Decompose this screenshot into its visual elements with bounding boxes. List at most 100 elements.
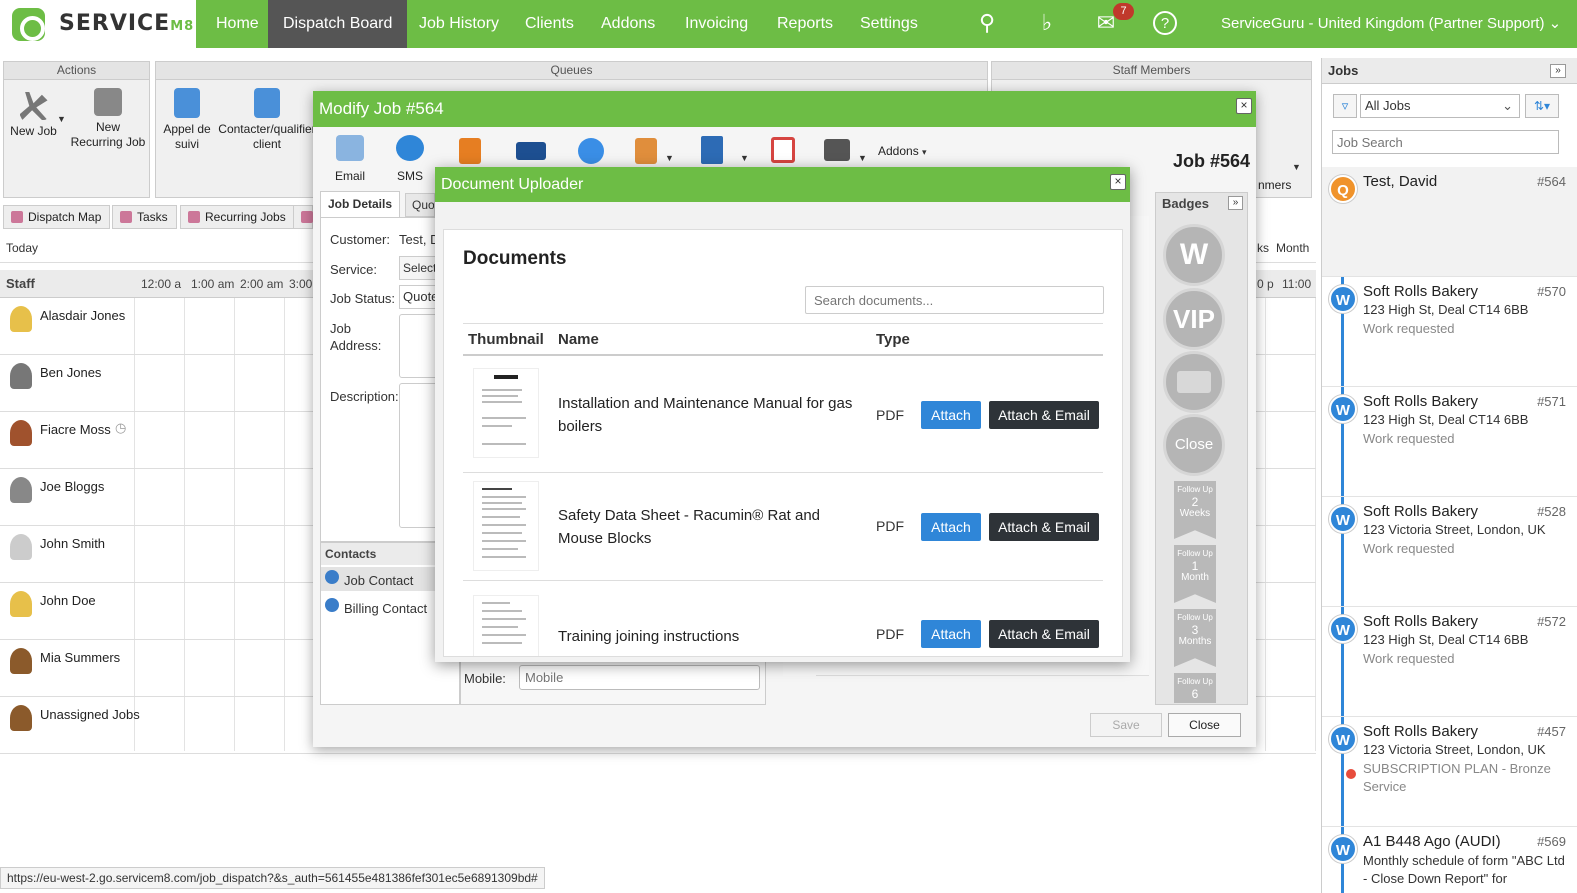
job-search-input[interactable]	[1332, 130, 1559, 154]
tab-recurring-jobs[interactable]: Recurring Jobs	[180, 205, 295, 229]
job-card[interactable]: Q Test, David #564	[1322, 167, 1577, 277]
document-thumbnail[interactable]	[473, 481, 539, 571]
clipboard-icon[interactable]	[459, 138, 481, 164]
email-label: Email	[334, 169, 365, 183]
filter-icon[interactable]: ▿	[1333, 94, 1357, 118]
card-icon[interactable]	[516, 142, 546, 160]
book-icon[interactable]	[701, 136, 723, 164]
job-card[interactable]: W A1 B448 Ago (AUDI) #569 Monthly schedu…	[1322, 827, 1577, 893]
mobile-input[interactable]	[519, 665, 760, 690]
document-thumbnail[interactable]	[473, 595, 539, 656]
customer-value[interactable]: Test, D	[399, 232, 439, 247]
mobile-label: Mobile:	[464, 671, 506, 686]
job-address-input[interactable]	[399, 314, 439, 378]
attach-button[interactable]: Attach	[921, 620, 981, 648]
badge-follow-up-2-weeks[interactable]: Follow Up 2 Weeks	[1174, 481, 1216, 539]
bell-icon[interactable]: ♭	[1034, 10, 1060, 36]
tab-calendar-partial[interactable]	[293, 205, 313, 229]
job-status-icon: W	[1329, 505, 1357, 533]
sms-button[interactable]: SMS	[385, 135, 435, 183]
job-status-select[interactable]: Quote	[399, 285, 439, 309]
forms-dropdown-icon[interactable]: ▼	[665, 153, 674, 163]
job-card[interactable]: W Soft Rolls Bakery #528 123 Victoria St…	[1322, 497, 1577, 607]
close-icon[interactable]: ×	[1110, 174, 1126, 190]
job-number: #564	[1537, 174, 1566, 189]
document-type: PDF	[876, 518, 904, 534]
tab-job-details[interactable]: Job Details	[320, 191, 400, 217]
document-name: Installation and Maintenance Manual for …	[558, 395, 853, 435]
document-thumbnail[interactable]	[473, 368, 539, 458]
tab-tasks[interactable]: Tasks	[112, 205, 177, 229]
staff-name: John Doe	[40, 593, 96, 608]
nav-reports[interactable]: Reports	[762, 0, 848, 48]
badge-w[interactable]: W	[1163, 224, 1225, 286]
forms-icon[interactable]	[635, 138, 657, 164]
contact-billing-label[interactable]: Billing Contact	[344, 601, 427, 616]
email-button[interactable]: Email	[325, 135, 375, 183]
calendar-icon[interactable]	[771, 137, 795, 163]
sort-icon[interactable]: ⇅▾	[1525, 94, 1559, 118]
new-job-button[interactable]: New Job	[6, 92, 61, 139]
job-filter-select[interactable]: All Jobs ⌄	[1360, 94, 1520, 118]
job-card[interactable]: W Soft Rolls Bakery #571 123 High St, De…	[1322, 387, 1577, 497]
staff-name: Alasdair Jones	[40, 308, 126, 323]
collapse-badges-icon[interactable]: »	[1228, 196, 1243, 210]
badge-vip[interactable]: VIP	[1163, 288, 1225, 350]
view-weeks-partial[interactable]: ks	[1257, 241, 1269, 255]
document-name: Safety Data Sheet - Racumin® Rat and Mou…	[558, 507, 821, 547]
search-icon[interactable]: ⚲	[974, 10, 1000, 36]
save-button[interactable]: Save	[1090, 713, 1162, 737]
attach-button[interactable]: Attach	[921, 401, 981, 429]
job-number: #571	[1537, 394, 1566, 409]
service-select[interactable]: Select	[399, 256, 439, 280]
addons-menu[interactable]: Addons ▾	[878, 144, 927, 158]
queue-contacter-client[interactable]: Contacter/qualifier client	[216, 88, 318, 152]
search-documents-input[interactable]	[805, 286, 1104, 314]
tab-quote[interactable]: Quo	[405, 193, 435, 217]
printer-dropdown-icon[interactable]: ▼	[858, 153, 867, 163]
attach-email-button[interactable]: Attach & Email	[989, 513, 1099, 541]
view-month[interactable]: Month	[1276, 241, 1309, 255]
attach-email-button[interactable]: Attach & Email	[989, 401, 1099, 429]
job-card[interactable]: W Soft Rolls Bakery #570 123 High St, De…	[1322, 277, 1577, 387]
today-label[interactable]: Today	[6, 241, 38, 255]
logo[interactable]: SERVICEM8	[0, 0, 196, 48]
badge-follow-up-6[interactable]: Follow Up 6	[1174, 673, 1216, 703]
nav-home[interactable]: Home	[201, 0, 274, 48]
badge-close[interactable]: Close	[1163, 414, 1225, 476]
staff-dropdown-icon[interactable]: ▼	[1292, 162, 1301, 172]
nav-clients[interactable]: Clients	[510, 0, 589, 48]
nav-invoicing[interactable]: Invoicing	[670, 0, 763, 48]
ribbon-num: 6	[1191, 687, 1199, 701]
badge-follow-up-3-months[interactable]: Follow Up 3 Months	[1174, 609, 1216, 667]
document-name: Training joining instructions	[558, 628, 740, 645]
printer-icon[interactable]	[824, 139, 850, 161]
nav-addons[interactable]: Addons	[586, 0, 670, 48]
job-number: #572	[1537, 614, 1566, 629]
nav-job-history[interactable]: Job History	[404, 0, 514, 48]
close-icon[interactable]: ×	[1236, 98, 1252, 114]
org-selector[interactable]: ServiceGuru - United Kingdom (Partner Su…	[1221, 0, 1561, 48]
hour-label: 3:00	[289, 277, 313, 291]
job-card[interactable]: W Soft Rolls Bakery #572 123 High St, De…	[1322, 607, 1577, 717]
description-input[interactable]	[399, 383, 439, 528]
attach-email-button[interactable]: Attach & Email	[989, 620, 1099, 648]
globe-icon[interactable]	[578, 138, 604, 164]
column-type: Type	[876, 331, 910, 348]
nav-settings[interactable]: Settings	[845, 0, 933, 48]
tab-dispatch-map[interactable]: Dispatch Map	[3, 205, 111, 229]
new-job-dropdown-icon[interactable]: ▼	[57, 114, 66, 124]
badge-card[interactable]	[1163, 351, 1225, 413]
nav-dispatch-board[interactable]: Dispatch Board	[268, 0, 408, 48]
folder-icon	[174, 88, 200, 118]
collapse-panel-icon[interactable]: »	[1550, 64, 1566, 78]
badge-follow-up-1-month[interactable]: Follow Up 1 Month	[1174, 545, 1216, 603]
queue-appel-de-suivi[interactable]: Appel de suivi	[162, 88, 212, 152]
close-button[interactable]: Close	[1168, 713, 1241, 737]
job-card[interactable]: W Soft Rolls Bakery #457 123 Victoria St…	[1322, 717, 1577, 827]
book-dropdown-icon[interactable]: ▼	[740, 153, 749, 163]
avatar	[10, 363, 32, 389]
help-icon[interactable]: ?	[1153, 11, 1177, 35]
attach-button[interactable]: Attach	[921, 513, 981, 541]
new-recurring-job-button[interactable]: New Recurring Job	[70, 88, 146, 150]
